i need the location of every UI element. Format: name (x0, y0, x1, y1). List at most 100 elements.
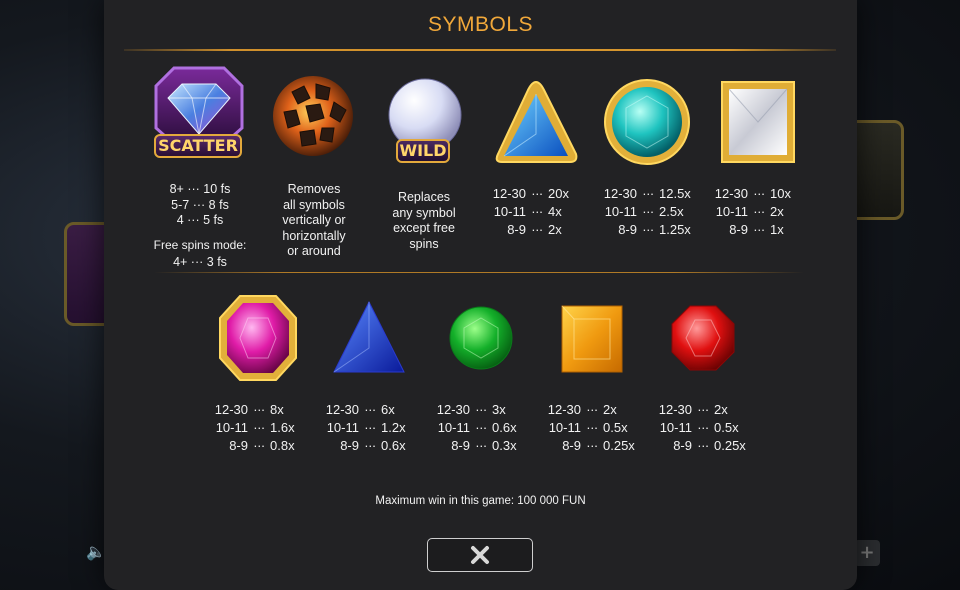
dots-separator: ··· (253, 402, 265, 417)
payout-multiplier: 6x (381, 402, 395, 417)
payout-multiplier: 10x (770, 186, 791, 201)
payout-multiplier: 2x (770, 204, 784, 219)
free-spins-mode-line: 4+ ··· 3 fs (173, 255, 227, 269)
red-round-gem-symbol (670, 304, 736, 372)
lava-rock-icon (273, 76, 353, 156)
dots-separator: ··· (586, 438, 598, 453)
paytable-orange-square-gem: 12-30 ··· 2x 10-11 ··· 0.5x 8-9 ··· 0.25x (535, 401, 647, 455)
close-button[interactable] (427, 538, 533, 572)
payout-multiplier: 0.5x (714, 420, 739, 435)
paytable-row: 12-30 ··· 2x (646, 401, 758, 419)
payout-multiplier: 4x (548, 204, 562, 219)
green-round-gem-icon (449, 306, 513, 370)
payout-multiplier: 1.25x (659, 222, 691, 237)
symbols-dialog: SYMBOLS SCATTER 8+ ··· 10 fs 5-7 ··· 8 f… (104, 0, 857, 590)
lava-rock-description: Removes all symbols vertically or horizo… (282, 182, 346, 258)
paytable-row: 10-11 ··· 0.6x (424, 419, 536, 437)
payout-multiplier: 2x (603, 402, 617, 417)
scatter-badge: SCATTER (154, 134, 242, 158)
blue-triangle-gem-icon (495, 80, 578, 163)
symbol-count: 8-9 (562, 438, 581, 453)
symbol-count: 8-9 (729, 222, 748, 237)
dots-separator: ··· (475, 438, 487, 453)
symbol-count: 10-11 (437, 420, 470, 435)
paytable-cyan-round-gem: 12-30 ··· 12.5x 10-11 ··· 2.5x 8-9 ··· 1.25x (591, 185, 703, 239)
scatter-paytable: 8+ ··· 10 fs 5-7 ··· 8 fs 4 ··· 5 fs (169, 182, 231, 227)
wild-badge: WILD (396, 139, 450, 163)
paytable-row: 10-11 ··· 0.5x (535, 419, 647, 437)
cyan-round-gem-icon (604, 79, 690, 165)
paytable-row: 8-9 ··· 0.8x (202, 437, 314, 455)
paytable-dark-blue-triangle-gem: 12-30 ··· 6x 10-11 ··· 1.2x 8-9 ··· 0.6x (313, 401, 425, 455)
symbol-count: 8-9 (229, 438, 248, 453)
paytable-row: 8-9 ··· 1x (702, 221, 814, 239)
dots-separator: ··· (642, 186, 654, 201)
payout-multiplier: 8x (270, 402, 284, 417)
payout-multiplier: 0.25x (714, 438, 746, 453)
paytable-row: 8-9 ··· 0.6x (313, 437, 425, 455)
paytable-row: 12-30 ··· 2x (535, 401, 647, 419)
dots-separator: ··· (586, 402, 598, 417)
dots-separator: ··· (253, 438, 265, 453)
symbol-count: 10-11 (326, 420, 359, 435)
dots-separator: ··· (753, 204, 765, 219)
paytable-row: 12-30 ··· 10x (702, 185, 814, 203)
title-divider (124, 49, 836, 51)
dots-separator: ··· (642, 204, 654, 219)
payout-multiplier: 1.6x (270, 420, 295, 435)
payout-multiplier: 2x (548, 222, 562, 237)
paytable-row: 8-9 ··· 1.25x (591, 221, 703, 239)
paytable-row: 10-11 ··· 2x (702, 203, 814, 221)
paytable-row: 12-30 ··· 3x (424, 401, 536, 419)
dark-blue-triangle-gem-icon (333, 300, 405, 373)
symbol-count: 12-30 (603, 186, 637, 201)
blue-triangle-gem-symbol (492, 78, 580, 168)
payout-multiplier: 0.6x (492, 420, 517, 435)
symbol-count: 12-30 (658, 402, 692, 417)
dialog-title: SYMBOLS (427, 13, 534, 36)
paytable-row: 12-30 ··· 20x (480, 185, 592, 203)
paytable-row: 8-9 ··· 0.3x (424, 437, 536, 455)
paytable-green-round-gem: 12-30 ··· 3x 10-11 ··· 0.6x 8-9 ··· 0.3x (424, 401, 536, 455)
symbol-count: 12-30 (214, 402, 248, 417)
paytable-row: 10-11 ··· 4x (480, 203, 592, 221)
symbol-count: 8-9 (451, 438, 470, 453)
pink-octagon-gem-icon (219, 295, 297, 381)
symbol-count: 12-30 (547, 402, 581, 417)
symbol-count: 8-9 (340, 438, 359, 453)
paytable-row: 12-30 ··· 12.5x (591, 185, 703, 203)
symbol-count: 10-11 (493, 204, 526, 219)
dots-separator: ··· (753, 186, 765, 201)
dots-separator: ··· (697, 438, 709, 453)
dots-separator: ··· (753, 222, 765, 237)
dots-separator: ··· (364, 420, 376, 435)
dots-separator: ··· (642, 222, 654, 237)
white-square-gem-icon (721, 81, 795, 163)
dots-separator: ··· (253, 420, 265, 435)
paytable-pink-octagon-gem: 12-30 ··· 8x 10-11 ··· 1.6x 8-9 ··· 0.8x (202, 401, 314, 455)
dots-separator: ··· (364, 438, 376, 453)
symbol-count: 12-30 (714, 186, 748, 201)
payout-multiplier: 0.3x (492, 438, 517, 453)
orange-square-gem-symbol (560, 304, 624, 374)
payout-multiplier: 20x (548, 186, 569, 201)
dots-separator: ··· (475, 420, 487, 435)
paytable-row: 10-11 ··· 2.5x (591, 203, 703, 221)
red-round-gem-icon (671, 305, 735, 371)
paytable-row: 12-30 ··· 6x (313, 401, 425, 419)
payout-multiplier: 0.25x (603, 438, 635, 453)
symbol-count: 10-11 (548, 420, 581, 435)
paytable-row: 10-11 ··· 1.6x (202, 419, 314, 437)
plus-icon: + (854, 540, 880, 566)
payout-multiplier: 2x (714, 402, 728, 417)
symbol-count: 8-9 (618, 222, 637, 237)
payout-multiplier: 2.5x (659, 204, 684, 219)
cyan-round-gem-symbol (604, 78, 690, 166)
paytable-blue-triangle-gem: 12-30 ··· 20x 10-11 ··· 4x 8-9 ··· 2x (480, 185, 592, 239)
paytable-row: 8-9 ··· 2x (480, 221, 592, 239)
payout-multiplier: 0.8x (270, 438, 295, 453)
close-x-icon (471, 546, 489, 564)
max-win-note: Maximum win in this game: 100 000 FUN (375, 495, 586, 507)
dots-separator: ··· (531, 186, 543, 201)
lava-rock-symbol (270, 72, 356, 162)
